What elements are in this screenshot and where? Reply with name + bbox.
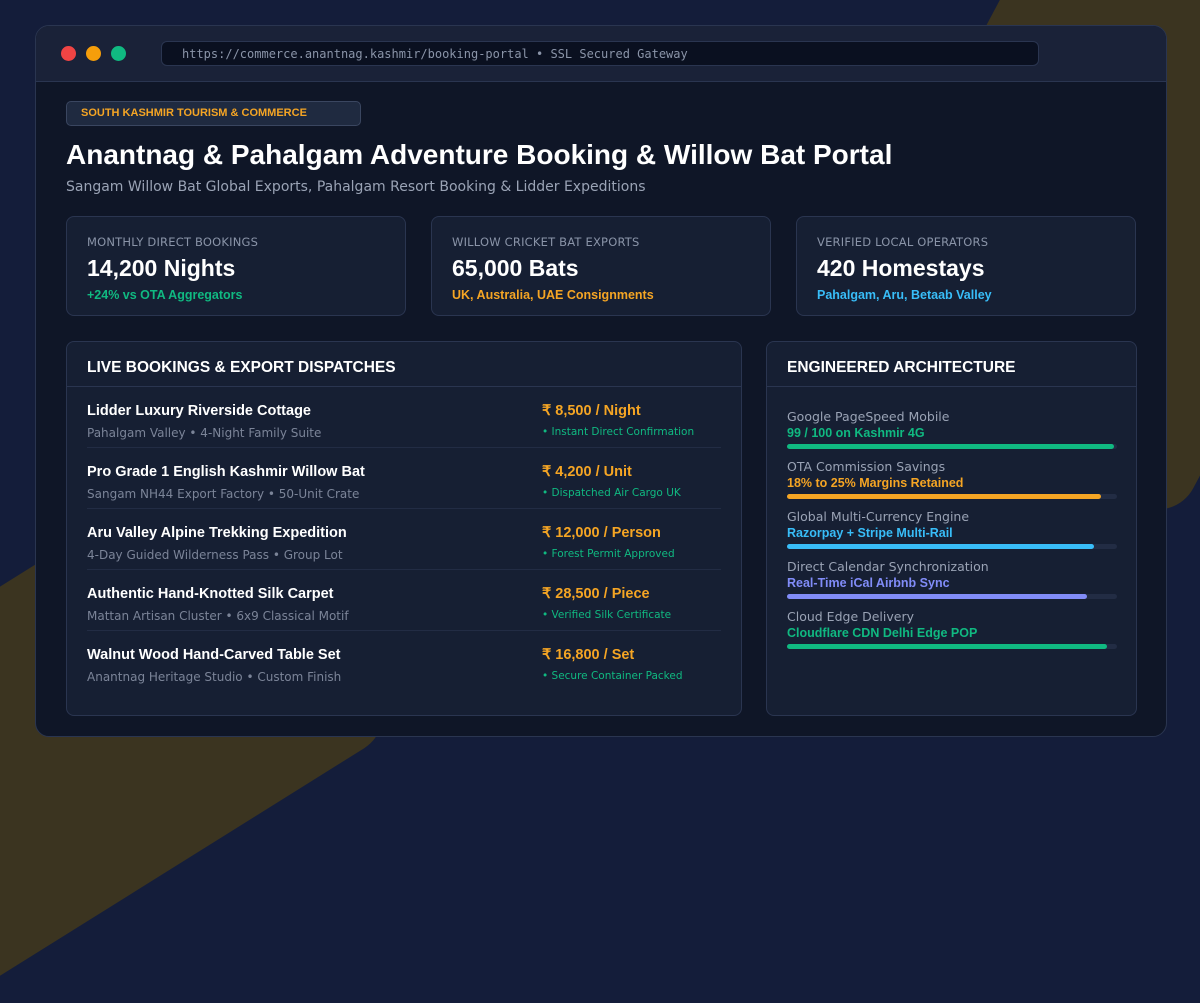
item-status: • Secure Container Packed xyxy=(542,670,683,682)
progress-track xyxy=(787,494,1117,499)
list-item[interactable]: Aru Valley Alpine Trekking Expedition 4-… xyxy=(87,509,721,570)
dispatches-panel-title: LIVE BOOKINGS & EXPORT DISPATCHES xyxy=(67,342,741,387)
stat-card-bookings: MONTHLY DIRECT BOOKINGS 14,200 Nights +2… xyxy=(66,216,406,316)
stat-note: +24% vs OTA Aggregators xyxy=(87,288,243,302)
stat-value: 420 Homestays xyxy=(817,255,985,281)
category-badge: SOUTH KASHMIR TOURISM & COMMERCE xyxy=(66,101,361,126)
item-details: Mattan Artisan Cluster • 6x9 Classical M… xyxy=(87,609,349,623)
item-status: • Forest Permit Approved xyxy=(542,548,675,560)
metric-value: 99 / 100 on Kashmir 4G xyxy=(787,426,925,440)
item-details: Pahalgam Valley • 4-Night Family Suite xyxy=(87,426,322,440)
item-price: ₹ 8,500 / Night xyxy=(542,403,641,419)
metric-label: OTA Commission Savings xyxy=(787,459,946,474)
item-status: • Dispatched Air Cargo UK xyxy=(542,487,681,499)
page-subtitle: Sangam Willow Bat Global Exports, Pahalg… xyxy=(66,179,646,195)
item-name: Pro Grade 1 English Kashmir Willow Bat xyxy=(87,464,365,480)
item-status: • Verified Silk Certificate xyxy=(542,609,672,621)
metric-item: OTA Commission Savings 18% to 25% Margin… xyxy=(787,459,1117,509)
list-item[interactable]: Pro Grade 1 English Kashmir Willow Bat S… xyxy=(87,448,721,509)
metric-label: Cloud Edge Delivery xyxy=(787,609,914,624)
item-details: Anantnag Heritage Studio • Custom Finish xyxy=(87,670,342,684)
progress-track xyxy=(787,444,1117,449)
browser-window: https://commerce.anantnag.kashmir/bookin… xyxy=(35,25,1167,737)
item-status: • Instant Direct Confirmation xyxy=(542,426,695,438)
metric-value: Razorpay + Stripe Multi-Rail xyxy=(787,526,953,540)
architecture-panel-title: ENGINEERED ARCHITECTURE xyxy=(767,342,1136,387)
item-price: ₹ 28,500 / Piece xyxy=(542,586,650,602)
stat-note: UK, Australia, UAE Consignments xyxy=(452,288,654,302)
dispatches-panel: LIVE BOOKINGS & EXPORT DISPATCHES Lidder… xyxy=(66,341,742,716)
item-price: ₹ 12,000 / Person xyxy=(542,525,661,541)
progress-track xyxy=(787,594,1117,599)
progress-fill xyxy=(787,544,1094,549)
metric-item: Google PageSpeed Mobile 99 / 100 on Kash… xyxy=(787,409,1117,459)
item-price: ₹ 16,800 / Set xyxy=(542,647,635,663)
progress-track xyxy=(787,644,1117,649)
item-name: Walnut Wood Hand-Carved Table Set xyxy=(87,647,341,663)
progress-track xyxy=(787,544,1117,549)
stat-label: WILLOW CRICKET BAT EXPORTS xyxy=(452,235,640,249)
address-bar[interactable]: https://commerce.anantnag.kashmir/bookin… xyxy=(161,41,1039,66)
progress-fill xyxy=(787,644,1108,649)
close-window-button[interactable] xyxy=(61,46,76,61)
metric-item: Direct Calendar Synchronization Real-Tim… xyxy=(787,559,1117,609)
dispatches-list: Lidder Luxury Riverside Cottage Pahalgam… xyxy=(67,387,741,691)
stat-card-bat-exports: WILLOW CRICKET BAT EXPORTS 65,000 Bats U… xyxy=(431,216,771,316)
architecture-panel: ENGINEERED ARCHITECTURE Google PageSpeed… xyxy=(766,341,1137,716)
stat-card-operators: VERIFIED LOCAL OPERATORS 420 Homestays P… xyxy=(796,216,1136,316)
metric-item: Cloud Edge Delivery Cloudflare CDN Delhi… xyxy=(787,609,1117,659)
list-item[interactable]: Lidder Luxury Riverside Cottage Pahalgam… xyxy=(87,387,721,448)
architecture-metrics: Google PageSpeed Mobile 99 / 100 on Kash… xyxy=(767,387,1136,659)
metric-label: Google PageSpeed Mobile xyxy=(787,409,950,424)
metric-label: Direct Calendar Synchronization xyxy=(787,559,989,574)
stat-value: 65,000 Bats xyxy=(452,255,579,281)
minimize-window-button[interactable] xyxy=(86,46,101,61)
item-name: Lidder Luxury Riverside Cottage xyxy=(87,403,311,419)
progress-fill xyxy=(787,444,1114,449)
metric-item: Global Multi-Currency Engine Razorpay + … xyxy=(787,509,1117,559)
page-title: Anantnag & Pahalgam Adventure Booking & … xyxy=(66,139,893,170)
list-item[interactable]: Authentic Hand-Knotted Silk Carpet Matta… xyxy=(87,570,721,631)
maximize-window-button[interactable] xyxy=(111,46,126,61)
progress-fill xyxy=(787,494,1101,499)
stat-label: MONTHLY DIRECT BOOKINGS xyxy=(87,235,259,249)
metric-value: 18% to 25% Margins Retained xyxy=(787,476,964,490)
metric-value: Real-Time iCal Airbnb Sync xyxy=(787,576,950,590)
item-name: Aru Valley Alpine Trekking Expedition xyxy=(87,525,347,541)
list-item[interactable]: Walnut Wood Hand-Carved Table Set Anantn… xyxy=(87,631,721,691)
item-name: Authentic Hand-Knotted Silk Carpet xyxy=(87,586,334,602)
item-price: ₹ 4,200 / Unit xyxy=(542,464,632,480)
stat-value: 14,200 Nights xyxy=(87,255,236,281)
item-details: 4-Day Guided Wilderness Pass • Group Lot xyxy=(87,548,343,562)
stat-label: VERIFIED LOCAL OPERATORS xyxy=(817,235,989,249)
metric-value: Cloudflare CDN Delhi Edge POP xyxy=(787,626,978,640)
item-details: Sangam NH44 Export Factory • 50-Unit Cra… xyxy=(87,487,360,501)
stat-note: Pahalgam, Aru, Betaab Valley xyxy=(817,288,992,302)
browser-titlebar: https://commerce.anantnag.kashmir/bookin… xyxy=(36,26,1166,82)
progress-fill xyxy=(787,594,1088,599)
metric-label: Global Multi-Currency Engine xyxy=(787,509,970,524)
